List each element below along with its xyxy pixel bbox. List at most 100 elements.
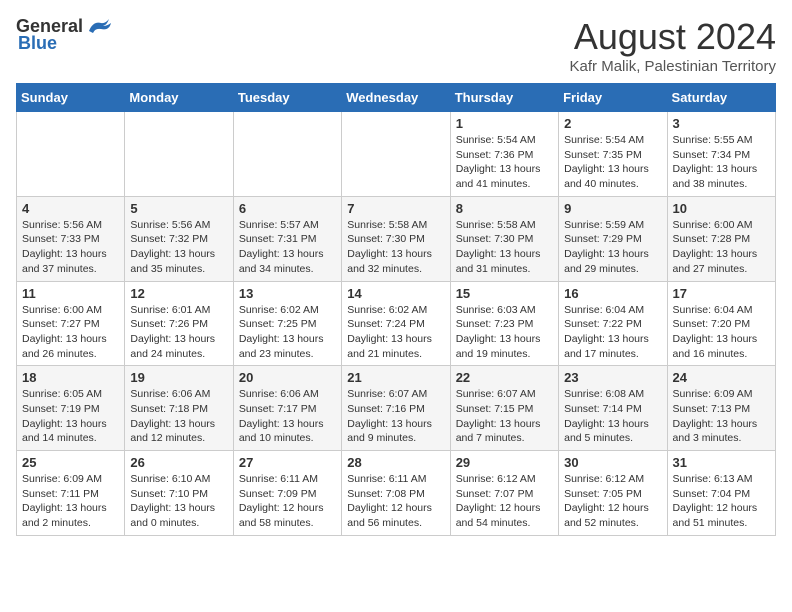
day-of-week-header: Monday: [125, 84, 233, 112]
day-number: 16: [564, 286, 661, 301]
calendar-cell: 27 Sunrise: 6:11 AM Sunset: 7:09 PM Dayli…: [233, 451, 341, 536]
calendar-cell: 13 Sunrise: 6:02 AM Sunset: 7:25 PM Dayli…: [233, 281, 341, 366]
day-number: 8: [456, 201, 553, 216]
title-block: August 2024 Kafr Malik, Palestinian Terr…: [570, 16, 776, 75]
day-info: Sunrise: 5:57 AM Sunset: 7:31 PM Dayligh…: [239, 218, 336, 277]
calendar-table: SundayMondayTuesdayWednesdayThursdayFrid…: [16, 83, 776, 536]
day-number: 21: [347, 370, 444, 385]
day-info: Sunrise: 6:12 AM Sunset: 7:07 PM Dayligh…: [456, 472, 553, 531]
day-info: Sunrise: 5:54 AM Sunset: 7:36 PM Dayligh…: [456, 133, 553, 192]
day-number: 25: [22, 455, 119, 470]
calendar-cell: 10 Sunrise: 6:00 AM Sunset: 7:28 PM Dayli…: [667, 196, 775, 281]
calendar-cell: 2 Sunrise: 5:54 AM Sunset: 7:35 PM Daylig…: [559, 112, 667, 197]
day-info: Sunrise: 6:08 AM Sunset: 7:14 PM Dayligh…: [564, 387, 661, 446]
day-of-week-header: Friday: [559, 84, 667, 112]
calendar-cell: 8 Sunrise: 5:58 AM Sunset: 7:30 PM Daylig…: [450, 196, 558, 281]
page-header: General Blue August 2024 Kafr Malik, Pal…: [16, 16, 776, 75]
day-number: 14: [347, 286, 444, 301]
day-info: Sunrise: 6:11 AM Sunset: 7:09 PM Dayligh…: [239, 472, 336, 531]
calendar-cell: 30Sunrise: 6:12 AM Sunset: 7:05 PM Dayli…: [559, 451, 667, 536]
calendar-cell: 3 Sunrise: 5:55 AM Sunset: 7:34 PM Daylig…: [667, 112, 775, 197]
calendar-cell: 18 Sunrise: 6:05 AM Sunset: 7:19 PM Dayli…: [17, 366, 125, 451]
calendar-cell: 5Sunrise: 5:56 AM Sunset: 7:32 PM Daylig…: [125, 196, 233, 281]
day-info: Sunrise: 6:00 AM Sunset: 7:27 PM Dayligh…: [22, 303, 119, 362]
day-of-week-header: Tuesday: [233, 84, 341, 112]
day-info: Sunrise: 6:05 AM Sunset: 7:19 PM Dayligh…: [22, 387, 119, 446]
calendar-subtitle: Kafr Malik, Palestinian Territory: [570, 58, 776, 75]
day-number: 1: [456, 116, 553, 131]
day-number: 20: [239, 370, 336, 385]
day-info: Sunrise: 6:00 AM Sunset: 7:28 PM Dayligh…: [673, 218, 770, 277]
day-number: 29: [456, 455, 553, 470]
day-number: 19: [130, 370, 227, 385]
day-info: Sunrise: 6:11 AM Sunset: 7:08 PM Dayligh…: [347, 472, 444, 531]
day-info: Sunrise: 6:03 AM Sunset: 7:23 PM Dayligh…: [456, 303, 553, 362]
calendar-title: August 2024: [570, 16, 776, 58]
calendar-week-row: 1 Sunrise: 5:54 AM Sunset: 7:36 PM Daylig…: [17, 112, 776, 197]
day-of-week-header: Saturday: [667, 84, 775, 112]
calendar-cell: [17, 112, 125, 197]
day-number: 27: [239, 455, 336, 470]
day-info: Sunrise: 5:55 AM Sunset: 7:34 PM Dayligh…: [673, 133, 770, 192]
calendar-cell: 6Sunrise: 5:57 AM Sunset: 7:31 PM Daylig…: [233, 196, 341, 281]
day-number: 13: [239, 286, 336, 301]
calendar-cell: 11Sunrise: 6:00 AM Sunset: 7:27 PM Dayli…: [17, 281, 125, 366]
calendar-cell: 19Sunrise: 6:06 AM Sunset: 7:18 PM Dayli…: [125, 366, 233, 451]
calendar-cell: 29 Sunrise: 6:12 AM Sunset: 7:07 PM Dayli…: [450, 451, 558, 536]
day-number: 4: [22, 201, 119, 216]
day-info: Sunrise: 6:09 AM Sunset: 7:13 PM Dayligh…: [673, 387, 770, 446]
day-of-week-header: Sunday: [17, 84, 125, 112]
day-info: Sunrise: 5:59 AM Sunset: 7:29 PM Dayligh…: [564, 218, 661, 277]
calendar-cell: 28 Sunrise: 6:11 AM Sunset: 7:08 PM Dayli…: [342, 451, 450, 536]
day-info: Sunrise: 6:02 AM Sunset: 7:24 PM Dayligh…: [347, 303, 444, 362]
day-of-week-header: Wednesday: [342, 84, 450, 112]
day-number: 2: [564, 116, 661, 131]
calendar-cell: 14 Sunrise: 6:02 AM Sunset: 7:24 PM Dayli…: [342, 281, 450, 366]
calendar-cell: 1 Sunrise: 5:54 AM Sunset: 7:36 PM Daylig…: [450, 112, 558, 197]
calendar-cell: 21 Sunrise: 6:07 AM Sunset: 7:16 PM Dayli…: [342, 366, 450, 451]
calendar-week-row: 4 Sunrise: 5:56 AM Sunset: 7:33 PM Daylig…: [17, 196, 776, 281]
calendar-cell: [233, 112, 341, 197]
day-number: 3: [673, 116, 770, 131]
day-number: 31: [673, 455, 770, 470]
day-number: 15: [456, 286, 553, 301]
calendar-week-row: 25 Sunrise: 6:09 AM Sunset: 7:11 PM Dayli…: [17, 451, 776, 536]
day-info: Sunrise: 6:10 AM Sunset: 7:10 PM Dayligh…: [130, 472, 227, 531]
day-info: Sunrise: 5:58 AM Sunset: 7:30 PM Dayligh…: [456, 218, 553, 277]
logo: General Blue: [16, 16, 113, 54]
calendar-cell: 23 Sunrise: 6:08 AM Sunset: 7:14 PM Dayli…: [559, 366, 667, 451]
day-number: 22: [456, 370, 553, 385]
day-info: Sunrise: 6:13 AM Sunset: 7:04 PM Dayligh…: [673, 472, 770, 531]
calendar-cell: 17 Sunrise: 6:04 AM Sunset: 7:20 PM Dayli…: [667, 281, 775, 366]
day-of-week-header: Thursday: [450, 84, 558, 112]
day-number: 10: [673, 201, 770, 216]
day-number: 12: [130, 286, 227, 301]
calendar-cell: 25 Sunrise: 6:09 AM Sunset: 7:11 PM Dayli…: [17, 451, 125, 536]
calendar-cell: 24 Sunrise: 6:09 AM Sunset: 7:13 PM Dayli…: [667, 366, 775, 451]
day-number: 28: [347, 455, 444, 470]
day-number: 26: [130, 455, 227, 470]
day-info: Sunrise: 6:06 AM Sunset: 7:17 PM Dayligh…: [239, 387, 336, 446]
logo-bird-icon: [85, 17, 113, 37]
day-number: 17: [673, 286, 770, 301]
day-info: Sunrise: 5:56 AM Sunset: 7:33 PM Dayligh…: [22, 218, 119, 277]
day-info: Sunrise: 6:04 AM Sunset: 7:22 PM Dayligh…: [564, 303, 661, 362]
logo-blue-text: Blue: [18, 33, 57, 54]
calendar-cell: 4 Sunrise: 5:56 AM Sunset: 7:33 PM Daylig…: [17, 196, 125, 281]
calendar-header-row: SundayMondayTuesdayWednesdayThursdayFrid…: [17, 84, 776, 112]
day-info: Sunrise: 6:09 AM Sunset: 7:11 PM Dayligh…: [22, 472, 119, 531]
day-number: 23: [564, 370, 661, 385]
calendar-week-row: 18 Sunrise: 6:05 AM Sunset: 7:19 PM Dayli…: [17, 366, 776, 451]
day-info: Sunrise: 6:02 AM Sunset: 7:25 PM Dayligh…: [239, 303, 336, 362]
day-info: Sunrise: 5:54 AM Sunset: 7:35 PM Dayligh…: [564, 133, 661, 192]
day-info: Sunrise: 6:07 AM Sunset: 7:16 PM Dayligh…: [347, 387, 444, 446]
calendar-cell: 26 Sunrise: 6:10 AM Sunset: 7:10 PM Dayli…: [125, 451, 233, 536]
calendar-cell: 16 Sunrise: 6:04 AM Sunset: 7:22 PM Dayli…: [559, 281, 667, 366]
day-number: 18: [22, 370, 119, 385]
day-info: Sunrise: 6:04 AM Sunset: 7:20 PM Dayligh…: [673, 303, 770, 362]
day-info: Sunrise: 6:07 AM Sunset: 7:15 PM Dayligh…: [456, 387, 553, 446]
day-info: Sunrise: 6:01 AM Sunset: 7:26 PM Dayligh…: [130, 303, 227, 362]
day-number: 5: [130, 201, 227, 216]
calendar-cell: 15 Sunrise: 6:03 AM Sunset: 7:23 PM Dayli…: [450, 281, 558, 366]
day-number: 24: [673, 370, 770, 385]
